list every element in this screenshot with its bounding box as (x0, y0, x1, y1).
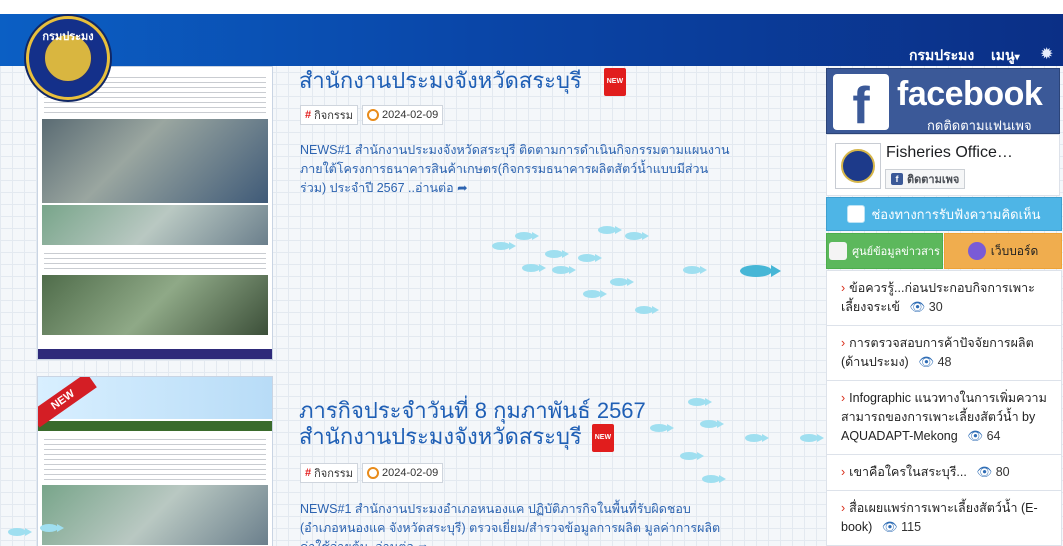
follow-page-button[interactable]: f ติดตามเพจ (885, 169, 966, 189)
category-tag[interactable]: # กิจกรรม (300, 463, 358, 483)
facebook-wordmark: facebook (897, 75, 1043, 113)
new-badge: NEW (603, 68, 627, 97)
chevron-right-icon: › (841, 465, 846, 479)
view-count: 👁 115 (882, 520, 921, 534)
list-item[interactable]: › ข้อควรรู้...ก่อนประกอบกิจการเพาะเลี้ยงจ… (827, 271, 1061, 326)
post-tags: # กิจกรรม 2024-02-09 (300, 105, 444, 125)
post-tags: # กิจกรรม 2024-02-09 (300, 463, 444, 483)
gear-icon[interactable]: ✹ (1040, 44, 1053, 63)
view-count: 👁 48 (918, 355, 951, 369)
list-item-title: สื่อเผยแพร่การเพาะเลี้ยงสัตว์น้ำ (E-book… (841, 501, 1038, 534)
view-count-value: 30 (928, 300, 943, 314)
thumbnail-text (44, 249, 266, 271)
chevron-right-icon: › (841, 281, 846, 295)
eye-icon: 👁 (976, 465, 993, 479)
chevron-down-icon: ▾ (1014, 52, 1020, 63)
top-strip (0, 0, 1063, 14)
department-logo[interactable]: กรมประมง (26, 16, 110, 100)
post-thumbnail[interactable]: NEW (37, 376, 273, 546)
post-date: 2024-02-09 (381, 467, 439, 479)
eye-icon: 👁 (967, 429, 984, 443)
list-item[interactable]: › เขาคือใครในสระบุรี... 👁 80 (827, 455, 1061, 491)
notepad-icon (847, 205, 866, 223)
list-item-title: เขาคือใครในสระบุรี... (849, 465, 967, 479)
list-item[interactable]: › Infographic แนวทางในการเพิ่มความสามารถข… (827, 381, 1061, 455)
feedback-label: ช่องทางการรับฟังความคิดเห็น (871, 206, 1041, 222)
clock-icon (366, 109, 379, 121)
new-badge: NEW (591, 424, 615, 453)
nav-item-fisheries[interactable]: กรมประมง (909, 45, 974, 67)
news-center-label: ศูนย์ข้อมูลข่าวสาร (852, 246, 940, 258)
logo-text: กรมประมง (42, 30, 94, 43)
category-label: กิจกรรม (314, 110, 353, 122)
date-tag: 2024-02-09 (361, 105, 444, 125)
thumbnail-banner (38, 421, 272, 431)
facebook-banner[interactable]: f facebook กดติดตามแฟนเพจ (826, 68, 1060, 134)
list-item[interactable]: › การตรวจสอบการค้าปัจจัยการผลิต (ด้านประม… (827, 326, 1061, 381)
share-icon: ➦ (417, 540, 427, 546)
post-excerpt[interactable]: NEWS#1 สำนักงานประมงอำเภอหนองแค ปฏิบัติภ… (300, 500, 730, 546)
eye-icon: 👁 (918, 355, 935, 369)
chevron-right-icon: › (841, 391, 846, 405)
feedback-button[interactable]: ช่องทางการรับฟังความคิดเห็น (826, 197, 1062, 231)
thumbnail-photo (42, 485, 268, 545)
post-title-text: สำนักงานประมงจังหวัดสระบุรี (299, 68, 582, 93)
community-icon (967, 242, 986, 260)
view-count: 👁 30 (909, 300, 942, 314)
view-count: 👁 80 (976, 465, 1009, 479)
view-count-value: 64 (986, 429, 1001, 443)
post-date: 2024-02-09 (381, 109, 439, 121)
view-count: 👁 64 (967, 429, 1000, 443)
facebook-small-icon: f (891, 173, 903, 185)
webboard-button[interactable]: เว็บบอร์ด (944, 233, 1062, 269)
eye-icon: 👁 (909, 300, 926, 314)
nav-item-menu[interactable]: เมนู▾ (991, 45, 1020, 67)
list-item[interactable]: › สื่อเผยแพร่การเพาะเลี้ยงสัตว์น้ำ (E-boo… (827, 491, 1061, 546)
facebook-page-widget: Fisheries Office… f ติดตามเพจ (826, 134, 1060, 196)
chevron-right-icon: › (841, 336, 846, 350)
thumbnail-footer (38, 349, 272, 359)
sidebar: f facebook กดติดตามแฟนเพจ Fisheries Offi… (826, 68, 1062, 546)
navbar: กรมประมง เมนู▾ ✹ (0, 14, 1063, 66)
page-avatar[interactable] (835, 143, 881, 189)
facebook-page-name[interactable]: Fisheries Office… (886, 144, 1013, 162)
chevron-right-icon: › (841, 501, 846, 515)
hash-icon: # (305, 109, 312, 121)
excerpt-text: NEWS#1 สำนักงานประมงจังหวัดสระบุรี ติดตา… (300, 143, 730, 195)
eye-icon: 👁 (881, 520, 898, 534)
clock-icon (366, 467, 379, 479)
facebook-subtitle: กดติดตามแฟนเพจ (927, 118, 1032, 133)
view-count-value: 80 (995, 465, 1010, 479)
share-icon: ➦ (457, 181, 468, 195)
view-count-value: 48 (937, 355, 952, 369)
facebook-icon: f (833, 74, 889, 130)
news-center-button[interactable]: ศูนย์ข้อมูลข่าวสาร (826, 233, 943, 269)
list-item-title: Infographic แนวทางในการเพิ่มความสามารถขอ… (841, 391, 1047, 443)
view-count-value: 115 (901, 520, 922, 534)
thumbnail-photo (42, 275, 268, 335)
post-thumbnail[interactable] (37, 66, 273, 360)
post-excerpt[interactable]: NEWS#1 สำนักงานประมงจังหวัดสระบุรี ติดตา… (300, 141, 730, 198)
megaphone-icon (829, 242, 848, 260)
post-title[interactable]: สำนักงานประมงจังหวัดสระบุรี NEW (299, 68, 719, 97)
date-tag: 2024-02-09 (361, 463, 444, 483)
category-tag[interactable]: # กิจกรรม (300, 105, 358, 125)
article-list: › ข้อควรรู้...ก่อนประกอบกิจการเพาะเลี้ยงจ… (826, 270, 1062, 546)
category-label: กิจกรรม (314, 468, 353, 480)
nav-menu-label: เมนู (991, 47, 1015, 63)
follow-label: ติดตามเพจ (907, 174, 960, 186)
hash-icon: # (305, 467, 312, 479)
webboard-label: เว็บบอร์ด (990, 243, 1039, 258)
excerpt-text: NEWS#1 สำนักงานประมงอำเภอหนองแค ปฏิบัติภ… (300, 502, 721, 546)
thumbnail-photo (42, 205, 268, 245)
thumbnail-photo (42, 119, 268, 203)
thumbnail-text (44, 435, 266, 481)
